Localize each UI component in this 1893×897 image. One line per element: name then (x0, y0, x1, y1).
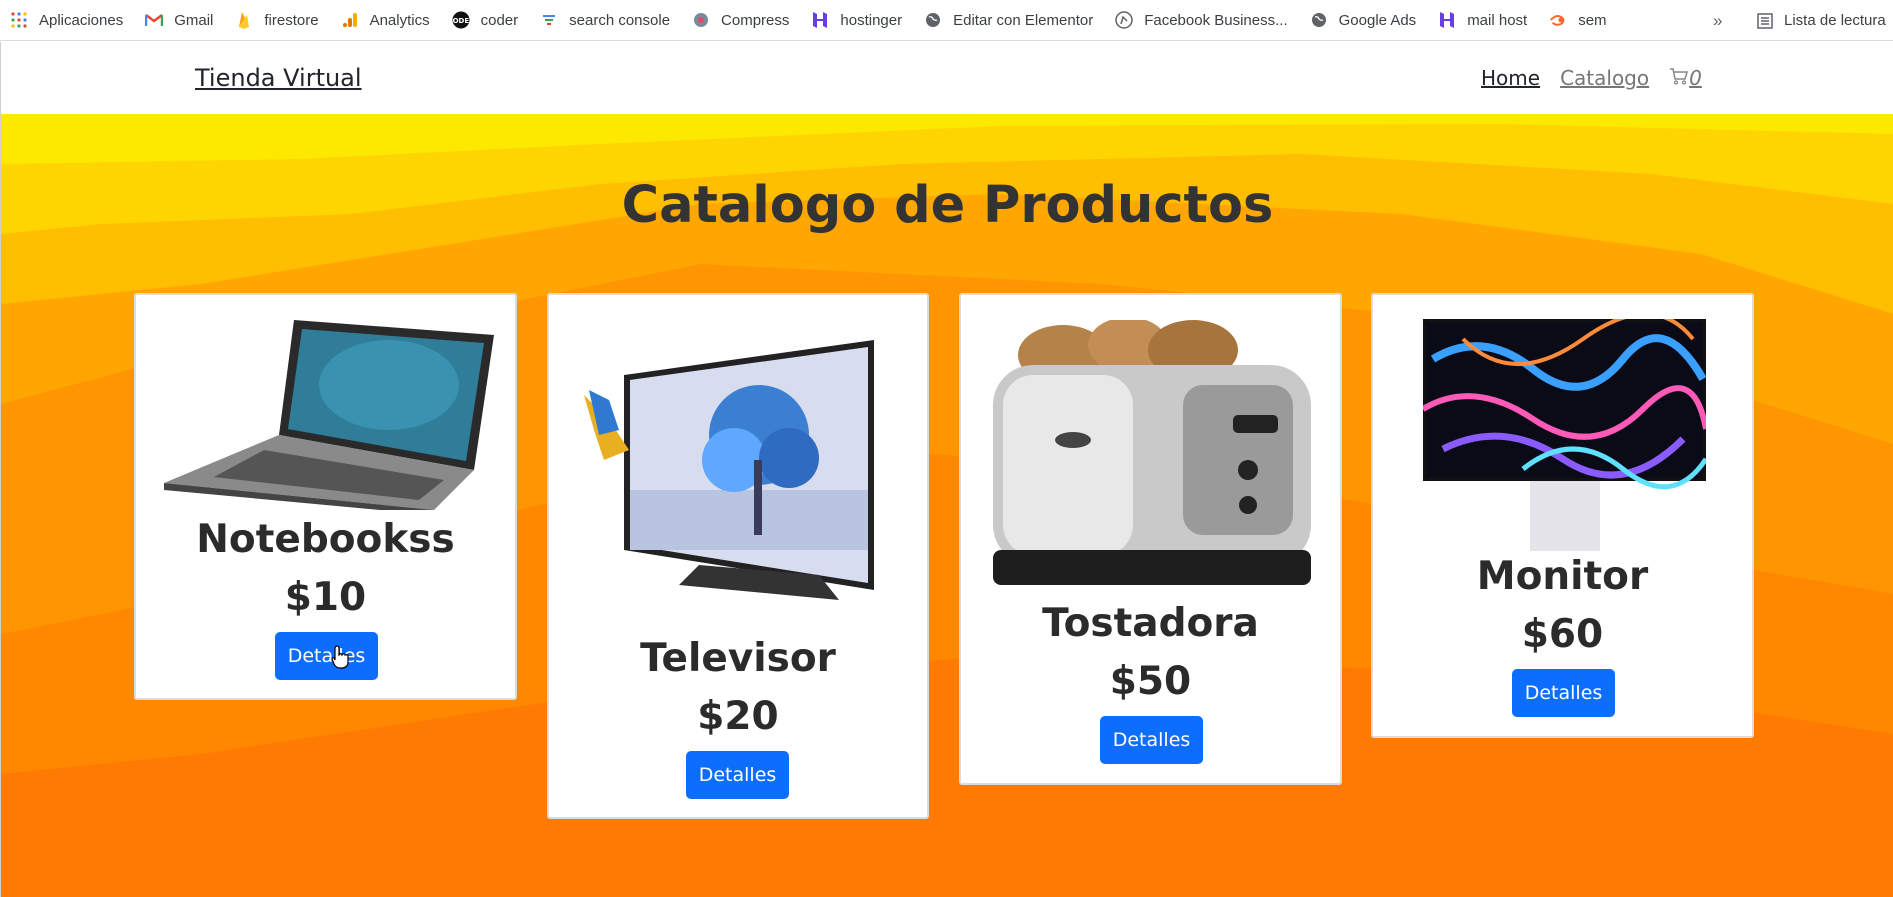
facebook-business-icon (1115, 11, 1133, 29)
reading-list-icon (1756, 12, 1774, 30)
globe-icon (924, 11, 942, 29)
site-navbar: Tienda Virtual Home Catalogo 0 (0, 42, 1893, 114)
bookmark-facebook-business[interactable]: Facebook Business... (1105, 0, 1299, 41)
product-card: Televisor $20 Detalles (547, 293, 929, 819)
bookmark-label: Aplicaciones (39, 11, 124, 29)
bookmarks-bar: Aplicaciones Gmail firestore Analytics C… (0, 0, 1893, 41)
compress-icon (692, 11, 710, 29)
hostinger-icon (811, 11, 829, 29)
product-details-button[interactable]: Detalles (1512, 669, 1615, 717)
reading-list-label: Lista de lectura (1784, 12, 1886, 29)
cart-link[interactable]: 0 (1669, 66, 1702, 90)
bookmark-label: Facebook Business... (1144, 11, 1288, 29)
bookmark-firestore[interactable]: firestore (225, 0, 330, 41)
product-details-button[interactable]: Detalles (1100, 716, 1203, 764)
product-card: Tostadora $50 Detalles (959, 293, 1342, 785)
bookmark-mail-host[interactable]: mail host (1428, 0, 1539, 41)
cart-icon (1669, 66, 1689, 90)
bookmark-sem[interactable]: sem (1539, 0, 1618, 41)
nav-home-link[interactable]: Home (1481, 66, 1540, 90)
bookmark-gmail[interactable]: Gmail (135, 0, 225, 41)
bookmark-label: hostinger (840, 11, 903, 29)
bookmark-hostinger[interactable]: hostinger (801, 0, 914, 41)
brand-link[interactable]: Tienda Virtual (195, 64, 362, 92)
monitor-image (1421, 312, 1709, 552)
svg-text:CODER: CODER (452, 17, 470, 25)
bookmark-label: Gmail (174, 11, 214, 29)
bookmark-analytics[interactable]: Analytics (331, 0, 442, 41)
product-name: Notebookss (196, 517, 455, 562)
bookmark-search-console[interactable]: search console (530, 0, 682, 41)
bookmark-label: Analytics (369, 11, 430, 29)
product-price: $50 (1109, 659, 1192, 704)
television-image (584, 340, 894, 610)
bookmark-elementor[interactable]: Editar con Elementor (914, 0, 1105, 41)
analytics-icon (341, 11, 359, 29)
firebase-icon (235, 11, 253, 29)
bookmark-label: firestore (264, 11, 319, 29)
bookmark-label: search console (569, 11, 671, 29)
bookmark-compress[interactable]: Compress (682, 0, 801, 41)
product-card: Notebookss $10 Detalles (134, 293, 517, 700)
hand-cursor-icon (331, 645, 351, 673)
coder-icon: CODER (452, 11, 470, 29)
product-details-button[interactable]: Detalles (275, 632, 378, 680)
globe-icon (1310, 11, 1328, 29)
nav-catalog-link[interactable]: Catalogo (1560, 66, 1649, 90)
product-price: $10 (284, 575, 367, 620)
page-title: Catalogo de Productos (621, 176, 1274, 235)
nav-links: Home Catalogo 0 (1481, 66, 1702, 90)
reading-list-button[interactable]: Lista de lectura (1756, 0, 1893, 41)
laptop-image (164, 315, 494, 515)
bookmark-label: coder (480, 11, 519, 29)
search-console-icon (540, 11, 558, 29)
cart-count: 0 (1689, 66, 1702, 90)
product-name: Televisor (640, 636, 836, 681)
hostinger-icon (1438, 11, 1456, 29)
product-details-button[interactable]: Detalles (686, 751, 789, 799)
bookmark-aplicaciones[interactable]: Aplicaciones (0, 0, 135, 41)
bookmark-label: Google Ads (1338, 11, 1417, 29)
bookmark-label: sem (1578, 11, 1607, 29)
toaster-image (983, 317, 1323, 600)
semrush-icon (1549, 11, 1567, 29)
product-name: Monitor (1476, 554, 1649, 599)
bookmark-label: Compress (721, 11, 790, 29)
apps-grid-icon (10, 11, 28, 29)
product-price: $60 (1521, 612, 1604, 657)
product-name: Tostadora (1042, 601, 1259, 646)
bookmark-label: Editar con Elementor (953, 11, 1094, 29)
bookmark-label: mail host (1467, 11, 1528, 29)
product-price: $20 (697, 694, 779, 739)
bookmarks-overflow-button[interactable]: » (1713, 0, 1722, 41)
gmail-icon (145, 11, 164, 29)
bookmark-google-ads[interactable]: Google Ads (1300, 0, 1429, 41)
product-card: Monitor $60 Detalles (1371, 293, 1754, 738)
bookmark-coder[interactable]: CODER coder (442, 0, 531, 41)
